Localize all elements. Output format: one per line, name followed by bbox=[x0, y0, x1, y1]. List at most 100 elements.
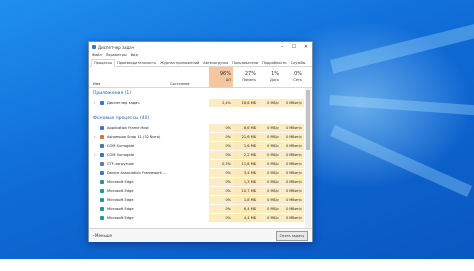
process-name: Microsoft Edge bbox=[107, 197, 134, 202]
process-name: Application Frame Host bbox=[107, 125, 149, 130]
memory-label: Память bbox=[242, 78, 256, 82]
process-row[interactable]: Application Frame Host 0% 8,6 МБ 0 МБ/с 0 Мб… bbox=[89, 124, 304, 132]
menu-options[interactable]: Параметры bbox=[106, 53, 127, 57]
process-icon bbox=[100, 152, 104, 157]
network-cell: 0 Мбит/с bbox=[281, 160, 304, 168]
disk-label: Диск bbox=[269, 78, 279, 82]
fewer-details-link[interactable]: Меньше bbox=[95, 233, 112, 238]
memory-total: 27% bbox=[244, 71, 256, 77]
process-row[interactable]: Microsoft Edge 0% 6,4 МБ 0 МБ/с 0 Мбит/с bbox=[89, 205, 304, 213]
process-row[interactable]: Microsoft Edge 0% 10,7 МБ 0 МБ/с 0 Мбит/с bbox=[89, 187, 304, 195]
disk-cell: 0 МБ/с bbox=[258, 160, 281, 168]
process-icon bbox=[100, 161, 104, 166]
disk-cell: 0 МБ/с bbox=[258, 205, 281, 213]
section-background: Фоновые процессы (40) bbox=[93, 116, 150, 121]
memory-cell: 6,4 МБ bbox=[233, 205, 258, 213]
light-beam bbox=[330, 23, 474, 74]
task-manager-window: Диспетчер задач – ☐ ✕ Файл Параметры Вид… bbox=[88, 41, 313, 242]
network-cell: 0 Мбит/с bbox=[281, 187, 304, 195]
chevron-right-icon[interactable]: › bbox=[94, 134, 96, 139]
process-name: Microsoft Edge bbox=[107, 215, 134, 220]
process-grid: Имя Состояние 96% ЦП 27% Память 1% Диск … bbox=[89, 67, 312, 228]
task-manager-icon bbox=[92, 45, 96, 49]
cpu-cell: 2,4% bbox=[209, 99, 233, 107]
tab-app-history[interactable]: Журнал приложений bbox=[158, 60, 201, 66]
tab-bar: Процессы Производительность Журнал прило… bbox=[89, 58, 312, 67]
close-button[interactable]: ✕ bbox=[300, 44, 312, 50]
cpu-total: 96% bbox=[219, 71, 231, 77]
process-icon bbox=[100, 100, 104, 105]
memory-cell: 18,6 МБ bbox=[233, 99, 258, 107]
scrollbar-thumb[interactable] bbox=[306, 90, 310, 150]
disk-cell: 0 МБ/с bbox=[258, 99, 281, 107]
menu-file[interactable]: Файл bbox=[92, 53, 102, 57]
process-list: Приложения (1) › Диспетчер задач 2,4% 18,6 … bbox=[89, 88, 312, 228]
network-label: Сеть bbox=[293, 78, 302, 82]
network-cell: 0 Мбит/с bbox=[281, 133, 304, 141]
cpu-cell: 0% bbox=[209, 142, 233, 150]
cpu-cell: 0% bbox=[209, 187, 233, 195]
process-name: Ashampoo Snap 11 (32 бита) bbox=[107, 134, 161, 139]
column-header: Имя Состояние 96% ЦП 27% Память 1% Диск … bbox=[89, 67, 312, 88]
light-beam bbox=[330, 125, 473, 197]
process-icon bbox=[100, 197, 104, 202]
disk-cell: 0 МБ/с bbox=[258, 187, 281, 195]
column-cpu[interactable]: 96% ЦП bbox=[209, 67, 233, 87]
memory-cell: 21,6 МБ bbox=[233, 133, 258, 141]
process-row[interactable]: › Ashampoo Snap 11 (32 бита) 0% 21,6 МБ 0 МБ… bbox=[89, 133, 304, 141]
memory-cell: 1,8 МБ bbox=[233, 196, 258, 204]
end-task-button[interactable]: Снять задачу bbox=[276, 231, 308, 241]
title-bar[interactable]: Диспетчер задач – ☐ ✕ bbox=[89, 42, 312, 52]
network-cell: 0 Мбит/с bbox=[281, 214, 304, 222]
column-name[interactable]: Имя bbox=[93, 82, 100, 86]
process-name: Microsoft Edge bbox=[107, 179, 134, 184]
cpu-cell: 0% bbox=[209, 205, 233, 213]
cpu-cell: 0% bbox=[209, 196, 233, 204]
cpu-cell: 0% bbox=[209, 169, 233, 177]
menu-view[interactable]: Вид bbox=[131, 53, 138, 57]
process-row[interactable]: Microsoft Edge 0% 4,4 МБ 0 МБ/с 0 Мбит/с bbox=[89, 214, 304, 222]
minimize-button[interactable]: – bbox=[276, 44, 288, 50]
tab-performance[interactable]: Производительность bbox=[115, 60, 158, 66]
cpu-cell: 0,3% bbox=[209, 160, 233, 168]
column-memory[interactable]: 27% Память bbox=[233, 67, 258, 87]
process-row[interactable]: Device Association Framework ... 0% 3,4 МБ… bbox=[89, 169, 304, 177]
cpu-cell: 0% bbox=[209, 178, 233, 186]
tab-processes[interactable]: Процессы bbox=[91, 59, 116, 67]
process-icon bbox=[100, 125, 104, 130]
maximize-button[interactable]: ☐ bbox=[288, 44, 300, 50]
process-row[interactable]: COM Surrogate 0% 1,6 МБ 0 МБ/с 0 Мбит/с bbox=[89, 142, 304, 150]
process-row[interactable]: Microsoft Edge 0% 1,3 МБ 0 МБ/с 0 Мбит/с bbox=[89, 178, 304, 186]
tab-services[interactable]: Службы bbox=[289, 60, 308, 66]
column-state[interactable]: Состояние bbox=[170, 82, 190, 86]
process-icon bbox=[100, 206, 104, 211]
cpu-cell: 0% bbox=[209, 151, 233, 159]
process-icon bbox=[100, 188, 104, 193]
tab-details[interactable]: Подробности bbox=[260, 60, 288, 66]
process-name: Device Association Framework ... bbox=[107, 170, 167, 175]
process-row[interactable]: › Диспетчер задач 2,4% 18,6 МБ 0 МБ/с 0 Мбит/… bbox=[89, 99, 304, 107]
vertical-scrollbar[interactable] bbox=[305, 88, 311, 228]
chevron-right-icon[interactable]: › bbox=[94, 100, 96, 105]
bottom-border bbox=[0, 259, 474, 271]
footer-bar: ⌃ Меньше Снять задачу bbox=[89, 228, 312, 242]
memory-cell: 11,8 МБ bbox=[233, 160, 258, 168]
network-cell: 0 Мбит/с bbox=[281, 196, 304, 204]
cpu-cell: 0% bbox=[209, 124, 233, 132]
disk-cell: 0 МБ/с bbox=[258, 178, 281, 186]
column-disk[interactable]: 1% Диск bbox=[258, 67, 281, 87]
process-row[interactable]: › COM Surrogate 0% 2,2 МБ 0 МБ/с 0 Мбит/с bbox=[89, 151, 304, 159]
disk-cell: 0 МБ/с bbox=[258, 151, 281, 159]
tab-users[interactable]: Пользователи bbox=[230, 60, 260, 66]
chevron-right-icon[interactable]: › bbox=[94, 152, 96, 157]
column-network[interactable]: 0% Сеть bbox=[281, 67, 304, 87]
disk-cell: 0 МБ/с bbox=[258, 133, 281, 141]
process-icon bbox=[100, 143, 104, 148]
tab-startup[interactable]: Автозагрузка bbox=[201, 60, 230, 66]
process-row[interactable]: CTF-загрузчик 0,3% 11,8 МБ 0 МБ/с 0 Мбит/с bbox=[89, 160, 304, 168]
process-name: COM Surrogate bbox=[107, 143, 135, 148]
process-icon bbox=[100, 170, 104, 175]
network-cell: 0 Мбит/с bbox=[281, 178, 304, 186]
process-row[interactable]: Microsoft Edge 0% 1,8 МБ 0 МБ/с 0 Мбит/с bbox=[89, 196, 304, 204]
memory-cell: 2,2 МБ bbox=[233, 151, 258, 159]
